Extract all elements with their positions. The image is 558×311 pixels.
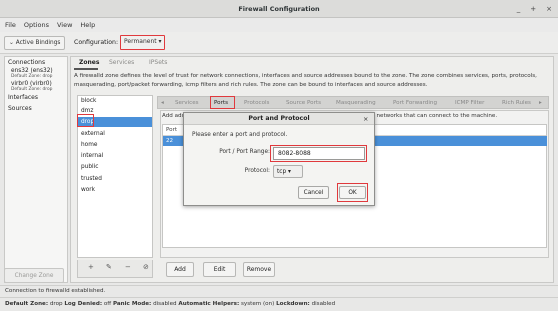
- zone-item-home[interactable]: home: [81, 142, 97, 148]
- zone-item-internal[interactable]: internal: [81, 153, 103, 159]
- port-range-label: Port / Port Range:: [219, 149, 270, 155]
- default-zone-label: Default Zone:: [5, 301, 49, 307]
- connection-ens32-zone: Default Zone: drop: [11, 74, 53, 79]
- scroll-left-icon[interactable]: ◂: [161, 97, 164, 109]
- zone-item-block[interactable]: block: [81, 98, 96, 104]
- connection-status: Connection to firewalld established.: [0, 285, 558, 296]
- active-bindings-label: Active Bindings: [15, 40, 61, 46]
- automatic-helpers-value: system (on): [240, 301, 275, 307]
- protocol-label: Protocol:: [244, 168, 270, 174]
- panic-mode-value: disabled: [153, 301, 177, 307]
- protocol-value: tcp: [277, 169, 287, 175]
- ok-button-highlight: [337, 183, 368, 202]
- sources-heading[interactable]: Sources: [5, 105, 67, 112]
- connection-virbr0-zone: Default Zone: drop: [11, 87, 53, 92]
- zone-description: A firewalld zone defines the level of tr…: [74, 73, 537, 88]
- tab-source-ports[interactable]: Source Ports: [286, 97, 321, 109]
- change-zone-button[interactable]: Change Zone: [4, 268, 64, 283]
- selected-zone-highlight: [77, 114, 94, 127]
- dropdown-arrow-icon: ▾: [286, 169, 291, 175]
- window-controls: _ + ×: [507, 0, 552, 18]
- dialog-prompt: Please enter a port and protocol.: [192, 132, 288, 138]
- firewall-status-bar: Default Zone: drop Log Denied: off Panic…: [0, 297, 558, 310]
- port-range-highlight: [270, 145, 367, 162]
- configuration-select[interactable]: Permanent ▾: [120, 35, 165, 50]
- zone-item-trusted[interactable]: trusted: [81, 176, 102, 182]
- active-tab-indicator: [74, 68, 98, 70]
- tab-protocols[interactable]: Protocols: [244, 97, 269, 109]
- minimize-button[interactable]: _: [517, 5, 521, 13]
- ports-tab-highlight: [210, 96, 235, 109]
- tab-ipsets[interactable]: IPSets: [149, 57, 167, 69]
- configuration-value: Permanent: [124, 38, 157, 45]
- remove-zone-icon[interactable]: −: [125, 263, 131, 271]
- window-title: Firewall Configuration: [0, 0, 558, 18]
- close-icon[interactable]: ×: [363, 113, 368, 125]
- automatic-helpers-label: Automatic Helpers:: [178, 301, 240, 307]
- tab-masquerading[interactable]: Masquerading: [336, 97, 376, 109]
- menu-view[interactable]: View: [57, 21, 72, 29]
- scroll-right-icon[interactable]: ▸: [539, 97, 542, 109]
- interfaces-heading[interactable]: Interfaces: [5, 94, 67, 101]
- zone-item-external[interactable]: external: [81, 131, 105, 137]
- protocol-select[interactable]: tcp ▾: [273, 165, 303, 178]
- zone-item-work[interactable]: work: [81, 187, 95, 193]
- log-denied-value: off: [103, 301, 112, 307]
- edit-zone-icon[interactable]: ✎: [106, 263, 112, 271]
- menu-bar: File Options View Help: [0, 18, 558, 32]
- tab-icmp-filter[interactable]: ICMP Filter: [455, 97, 484, 109]
- add-zone-icon[interactable]: +: [88, 263, 94, 271]
- panic-mode-label: Panic Mode:: [112, 301, 152, 307]
- dropdown-arrow-icon: ▾: [156, 38, 162, 45]
- tab-services[interactable]: Services: [109, 57, 134, 69]
- menu-options[interactable]: Options: [24, 21, 49, 29]
- add-port-button[interactable]: Add: [166, 262, 194, 277]
- lockdown-label: Lockdown:: [276, 301, 310, 307]
- zone-list-toolbar: + ✎ − ⊘: [77, 260, 153, 278]
- bindings-sidebar: Connections ens32 (ens32) Default Zone: …: [4, 56, 68, 283]
- ports-description-right: or networks that can connect to the mach…: [369, 113, 498, 119]
- edit-port-button[interactable]: Edit: [203, 262, 236, 277]
- tab-rich-rules[interactable]: Rich Rules: [502, 97, 531, 109]
- log-denied-label: Log Denied:: [64, 301, 103, 307]
- configuration-label: Configuration:: [74, 39, 119, 46]
- active-bindings-toggle[interactable]: ⌄ Active Bindings: [4, 36, 65, 50]
- menu-help[interactable]: Help: [80, 21, 95, 29]
- load-defaults-icon[interactable]: ⊘: [143, 263, 149, 271]
- zone-item-public[interactable]: public: [81, 164, 98, 170]
- tab-port-forwarding[interactable]: Port Forwarding: [393, 97, 437, 109]
- dialog-title: Port and Protocol: [184, 113, 374, 125]
- connections-heading: Connections: [8, 59, 46, 66]
- maximize-button[interactable]: +: [530, 5, 536, 13]
- lockdown-value: disabled: [311, 301, 336, 307]
- tab-zone-services[interactable]: Services: [175, 97, 199, 109]
- remove-port-button[interactable]: Remove: [243, 262, 275, 277]
- cancel-button[interactable]: Cancel: [298, 186, 329, 199]
- close-window-button[interactable]: ×: [546, 5, 552, 13]
- chevron-down-icon: ⌄: [9, 40, 16, 46]
- default-zone-value: drop: [49, 301, 63, 307]
- menu-file[interactable]: File: [5, 21, 16, 29]
